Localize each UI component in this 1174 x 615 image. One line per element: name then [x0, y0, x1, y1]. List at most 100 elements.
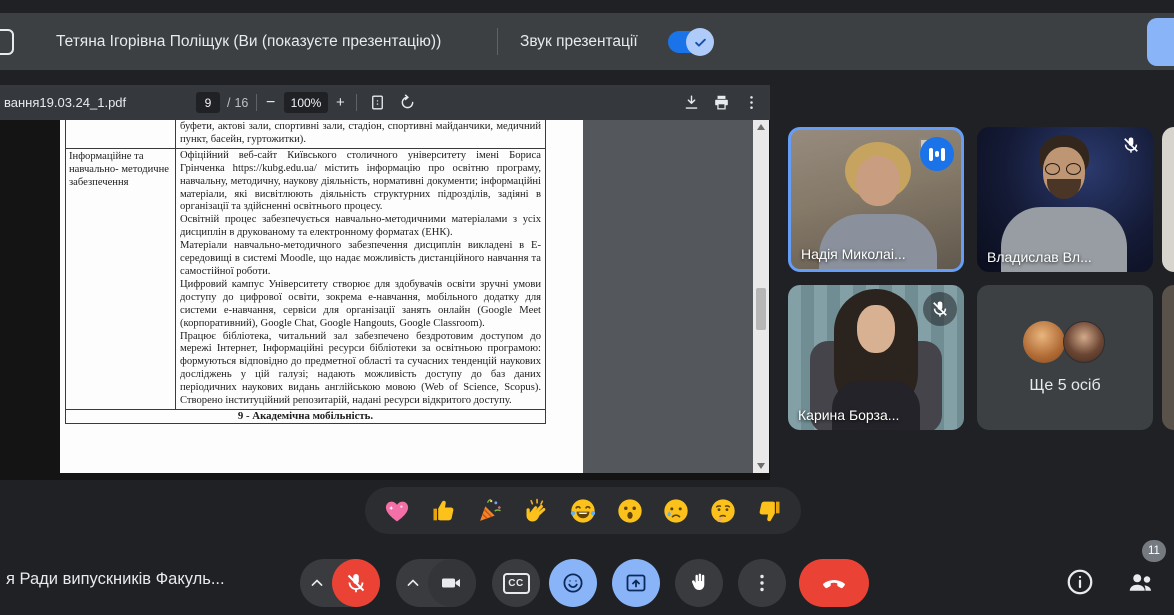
mic-button-group — [300, 559, 380, 607]
hand-icon — [687, 571, 711, 595]
avatar — [1023, 321, 1065, 363]
print-icon — [712, 93, 731, 112]
mic-muted-icon — [923, 292, 957, 326]
doc-paragraph: Працює бібліотека, читальний зал забезпе… — [180, 331, 541, 408]
present-screen-icon — [624, 571, 648, 595]
person-video — [857, 305, 895, 353]
camera-options-chevron[interactable] — [403, 573, 423, 593]
present-screen-button[interactable] — [612, 559, 660, 607]
more-participants-label: Ще 5 осіб — [977, 377, 1153, 395]
table-cell-text: Офіційний веб-сайт Київського столичного… — [176, 149, 545, 409]
zoom-out-button[interactable]: − — [266, 85, 275, 120]
download-button[interactable] — [682, 93, 701, 112]
pdf-scrollbar[interactable] — [753, 120, 769, 473]
toolbar-separator — [356, 94, 357, 111]
pdf-toolbar: вання19.03.24_1.pdf 9 / 16 − 100% + — [0, 85, 770, 120]
speaking-indicator-icon — [920, 137, 954, 171]
page-number-input[interactable]: 9 — [196, 92, 220, 113]
participants-panel-button[interactable] — [1124, 567, 1158, 599]
crying-face-icon — [662, 497, 690, 525]
person-video — [1045, 163, 1060, 175]
scroll-up-icon[interactable] — [757, 124, 765, 130]
person-video — [819, 214, 937, 272]
reaction-crying-button[interactable] — [661, 496, 691, 526]
presenter-label: Тетяна Ігорівна Поліщук (Ви (показуєте п… — [56, 13, 441, 70]
meeting-info-button[interactable] — [1064, 567, 1096, 599]
participant-name: Надія Миколаі... — [801, 246, 906, 262]
fit-page-icon — [368, 93, 387, 112]
info-icon — [1065, 567, 1095, 597]
video-tile-vladyslav[interactable]: Владислав Вл... — [977, 127, 1153, 272]
presentation-banner: Тетяна Ігорівна Поліщук (Ви (показуєте п… — [0, 13, 1174, 70]
reactions-toggle-button[interactable] — [549, 559, 597, 607]
reaction-tears-of-joy-button[interactable] — [568, 496, 598, 526]
overflow-participants-tile[interactable]: Ще 5 осіб — [977, 285, 1153, 430]
pdf-more-button[interactable] — [742, 93, 761, 112]
reaction-clapping-hands-button[interactable] — [522, 496, 552, 526]
partial-video-tile — [1162, 285, 1174, 430]
scroll-down-icon[interactable] — [757, 463, 765, 469]
meet-window: Тетяна Ігорівна Поліщук (Ви (показуєте п… — [0, 0, 1174, 615]
zoom-in-button[interactable]: + — [336, 85, 345, 120]
rotate-button[interactable] — [398, 93, 417, 112]
end-call-button[interactable] — [799, 559, 869, 607]
fit-page-button[interactable] — [368, 93, 387, 112]
more-options-button[interactable] — [738, 559, 786, 607]
thumbs-down-icon — [755, 497, 783, 525]
reaction-thinking-button[interactable] — [708, 496, 738, 526]
clapping-hands-icon — [523, 497, 551, 525]
partial-video-tile — [1162, 127, 1174, 272]
toolbar-separator — [256, 94, 257, 111]
kebab-menu-icon — [742, 93, 761, 112]
video-tile-nadiia[interactable]: Надія Миколаі... — [788, 127, 964, 272]
page-total-label: / 16 — [227, 85, 248, 120]
reaction-thumbs-down-button[interactable] — [754, 496, 784, 526]
pdf-viewer-background — [583, 120, 753, 473]
table-row: Інформаційне та навчально- методичне заб… — [66, 148, 545, 409]
raise-hand-button[interactable] — [675, 559, 723, 607]
participant-count-badge: 11 — [1142, 540, 1166, 562]
party-popper-icon — [476, 497, 504, 525]
surprised-face-icon — [616, 497, 644, 525]
doc-paragraph: Офіційний веб-сайт Київського столичного… — [180, 150, 541, 215]
scrollbar-thumb[interactable] — [756, 288, 766, 330]
captions-icon: CC — [503, 573, 530, 594]
phone-hangup-icon — [820, 569, 848, 597]
camera-toggle-button[interactable] — [428, 559, 476, 607]
reactions-bar — [365, 487, 801, 534]
stop-presenting-button-partial[interactable] — [1147, 18, 1174, 66]
kebab-menu-icon — [750, 571, 774, 595]
reaction-party-popper-button[interactable] — [475, 496, 505, 526]
camera-icon — [440, 571, 464, 595]
presentation-audio-toggle[interactable] — [668, 31, 708, 53]
camera-button-group — [396, 559, 476, 607]
reaction-surprised-button[interactable] — [615, 496, 645, 526]
mic-muted-icon — [1121, 135, 1143, 157]
table-cell-label — [66, 120, 176, 148]
table-cell-label: Інформаційне та навчально- методичне заб… — [66, 149, 176, 409]
people-icon — [1125, 567, 1157, 597]
banner-divider — [497, 28, 498, 55]
thinking-face-icon — [709, 497, 737, 525]
doc-paragraph: Матеріали навчально-методичного забезпеч… — [180, 240, 541, 279]
person-video — [856, 156, 900, 206]
pdf-page: буфети, актові зали, спортивні зали, ста… — [60, 120, 583, 473]
captions-button[interactable]: CC — [492, 559, 540, 607]
print-button[interactable] — [712, 93, 731, 112]
doc-paragraph: Освітній процес забезпечується навчально… — [180, 214, 541, 240]
chevron-up-icon — [307, 573, 327, 593]
reaction-thumbs-up-button[interactable] — [429, 496, 459, 526]
video-tile-karyna[interactable]: Карина Борза... — [788, 285, 964, 430]
page-separator: / — [227, 96, 230, 110]
table-row: буфети, актові зали, спортивні зали, ста… — [66, 120, 545, 148]
presentation-audio-label: Звук презентації — [520, 13, 638, 70]
zoom-level-input[interactable]: 100% — [284, 92, 328, 113]
reaction-sparkling-heart-button[interactable] — [382, 496, 412, 526]
present-screen-icon — [0, 29, 14, 55]
mic-options-chevron[interactable] — [307, 573, 327, 593]
table-cell-text: буфети, актові зали, спортивні зали, ста… — [176, 120, 545, 148]
mic-mute-button[interactable] — [332, 559, 380, 607]
pdf-content-area: буфети, актові зали, спортивні зали, ста… — [0, 120, 770, 480]
avatar — [1063, 321, 1105, 363]
person-video — [1047, 179, 1081, 199]
